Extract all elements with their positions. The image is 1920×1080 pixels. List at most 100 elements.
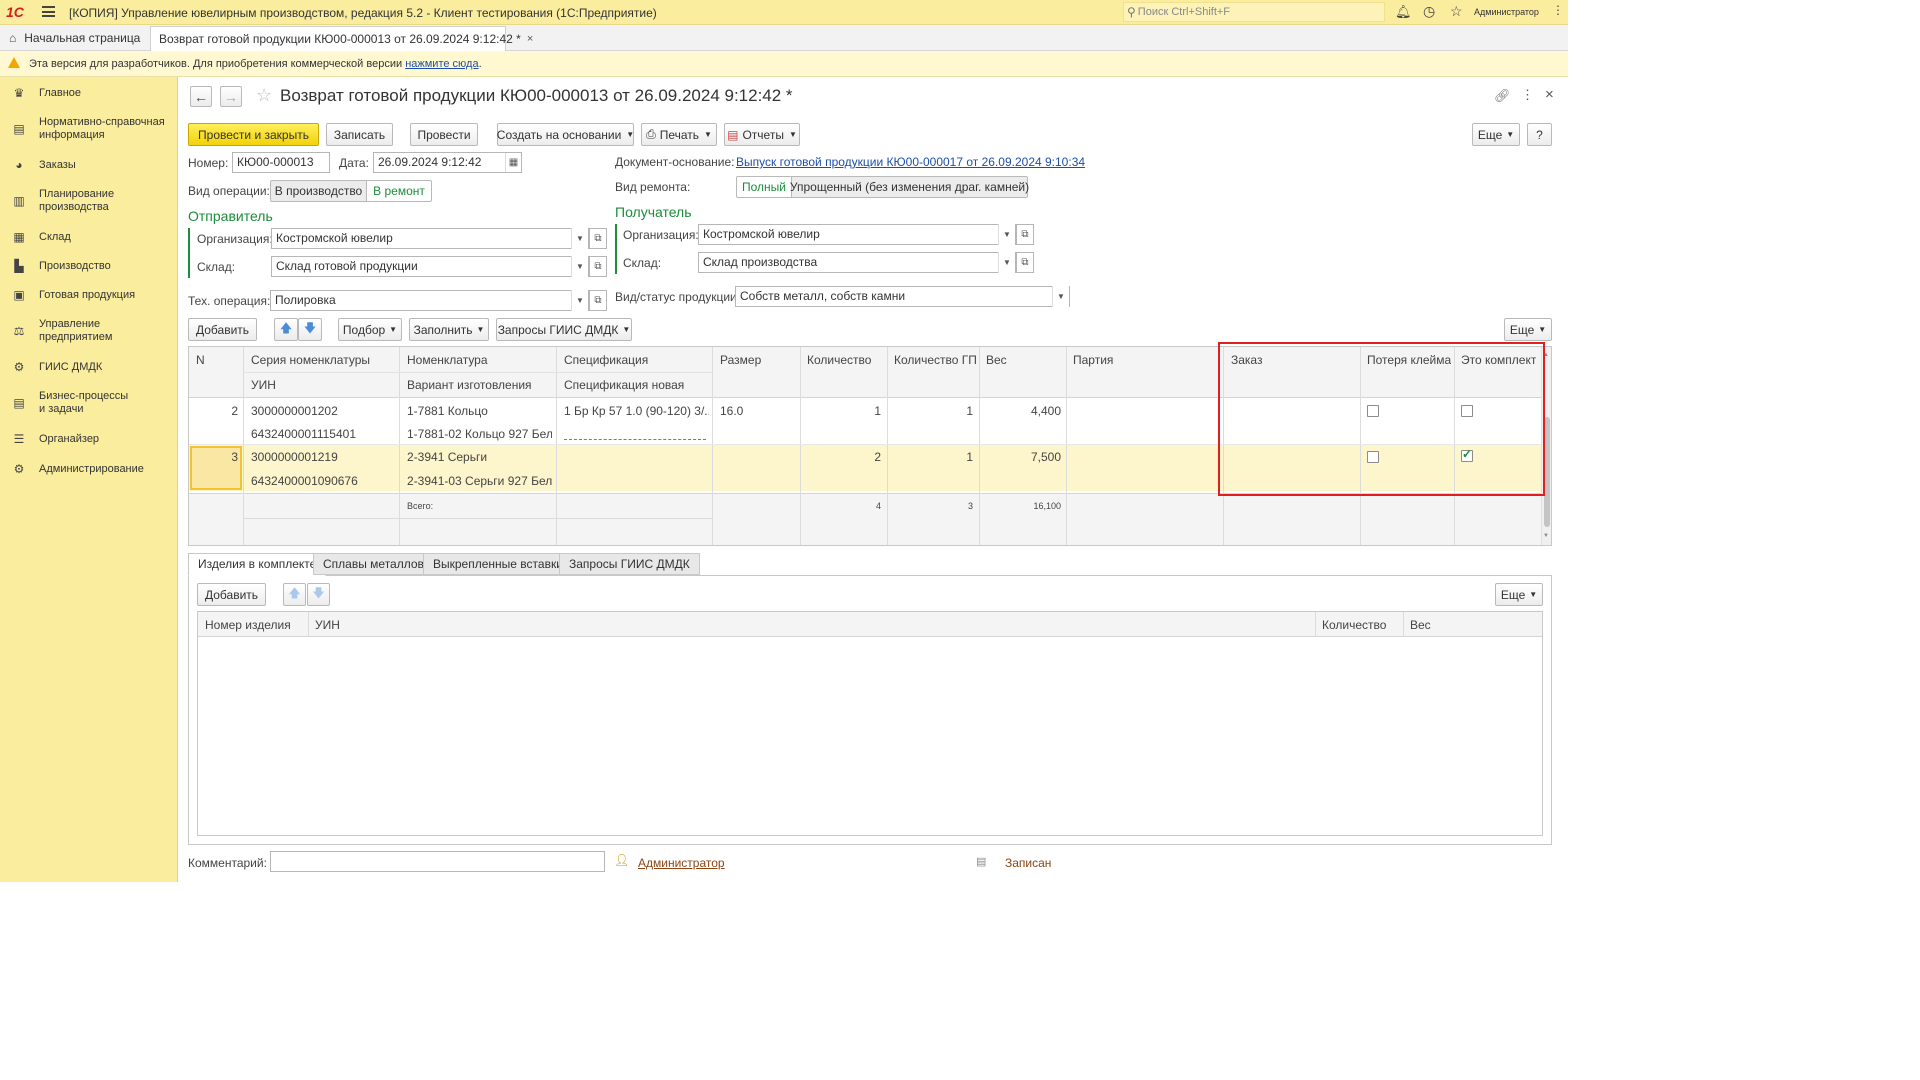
table-row-1-nom[interactable]: 1-7881 Кольцо (407, 404, 488, 418)
favorite-star-icon[interactable]: ☆ (256, 85, 272, 106)
table-row-2-nom[interactable]: 2-3941 Серьги (407, 450, 487, 464)
calendar-icon[interactable]: ▦ (505, 153, 521, 172)
chevron-down-icon[interactable]: ▼ (1052, 286, 1069, 307)
link-icon[interactable]: 🔗︎ (1494, 88, 1511, 104)
col-qty[interactable]: Количество (807, 353, 871, 367)
table-row-1-spec[interactable]: 1 Бр Кр 57 1.0 (90-120) 3/... (564, 404, 709, 418)
add-row-button[interactable]: Добавить (188, 318, 257, 341)
repair-full-toggle[interactable]: Полный (736, 176, 792, 198)
receiver-org-field[interactable]: Костромской ювелир (698, 224, 1016, 245)
pick-button[interactable]: Подбор ▼ (338, 318, 402, 341)
search-input[interactable]: Поиск Ctrl+Shift+F (1138, 6, 1230, 18)
app-logo[interactable]: 1С (6, 4, 24, 20)
col-nomenclature[interactable]: Номенклатура (407, 353, 488, 367)
kit-more-button[interactable]: Еще ▼ (1495, 583, 1543, 606)
kit-add-button[interactable]: Добавить (197, 583, 266, 606)
fill-button[interactable]: Заполнить ▼ (409, 318, 489, 341)
scroll-down-icon[interactable]: ▼ (1543, 533, 1549, 539)
kit-move-up-icon[interactable]: 🡅︎ (283, 583, 306, 606)
star-icon[interactable]: ☆ (1450, 3, 1463, 20)
author-link[interactable]: Администратор (638, 856, 725, 870)
receiver-warehouse-field[interactable]: Склад производства (698, 252, 1016, 273)
operation-to-production-toggle[interactable]: В производство (270, 180, 367, 202)
open-icon[interactable]: ⧉ (589, 256, 607, 277)
more-button[interactable]: Еще ▼ (1472, 123, 1520, 146)
number-field[interactable]: КЮ00-000013 (232, 152, 330, 173)
table-row-2-qty-gp[interactable]: 1 (888, 450, 973, 464)
table-row-2-variant[interactable]: 2-3941-03 Серьги 927 Бел... (407, 474, 552, 488)
base-document-link[interactable]: Выпуск готовой продукции КЮ00-000017 от … (736, 155, 1085, 169)
giis-requests-button[interactable]: Запросы ГИИС ДМДК ▼ (496, 318, 632, 341)
open-icon[interactable]: ⧉ (589, 290, 607, 311)
table-row-2-weight[interactable]: 7,500 (980, 450, 1061, 464)
table-row-1-spec-new[interactable] (564, 439, 706, 440)
sidebar-item-giis[interactable]: ⚙ ГИИС ДМДК (0, 359, 178, 375)
chevron-down-icon[interactable]: ▼ (571, 228, 588, 249)
col-uin[interactable]: УИН (251, 378, 276, 392)
forward-icon[interactable]: → (220, 86, 242, 107)
table-row-1-weight[interactable]: 4,400 (980, 404, 1061, 418)
date-field[interactable]: 26.09.2024 9:12:42 (373, 152, 522, 173)
table-row-1-uin[interactable]: 6432400001115401 (251, 427, 356, 441)
tech-operation-field[interactable]: Полировка (270, 290, 589, 311)
product-status-field[interactable]: Собств металл, собств камни (735, 286, 1070, 307)
window-menu-icon[interactable]: ⋮ (1552, 3, 1564, 17)
col-size[interactable]: Размер (720, 353, 761, 367)
comment-field[interactable] (270, 851, 605, 872)
kit-move-down-icon[interactable]: 🡇︎ (307, 583, 330, 606)
tab-home[interactable]: ⌂ Начальная страница (0, 25, 148, 50)
sidebar-item-main[interactable]: ♛ Главное (0, 85, 178, 101)
sidebar-item-admin[interactable]: ⚙ Администрирование (0, 461, 178, 477)
col-spec[interactable]: Спецификация (564, 353, 648, 367)
back-icon[interactable]: ← (190, 86, 212, 107)
open-icon[interactable]: ⧉ (589, 228, 607, 249)
save-button[interactable]: Записать (326, 123, 393, 146)
table-row-2-qty[interactable]: 2 (801, 450, 881, 464)
move-up-icon[interactable]: 🡅︎ (274, 318, 298, 341)
close-form-icon[interactable]: × (1545, 86, 1554, 103)
chevron-down-icon[interactable]: ▼ (571, 290, 588, 311)
kit-col-weight[interactable]: Вес (1410, 618, 1431, 632)
table-row-2-series[interactable]: 3000000001219 (251, 450, 338, 464)
table-row-1-qty[interactable]: 1 (801, 404, 881, 418)
table-row-1-qty-gp[interactable]: 1 (888, 404, 973, 418)
col-variant[interactable]: Вариант изготовления (407, 378, 532, 392)
sender-org-field[interactable]: Костромской ювелир (271, 228, 589, 249)
chevron-down-icon[interactable]: ▼ (998, 252, 1015, 273)
more-actions-icon[interactable]: ⋮ (1521, 87, 1534, 103)
col-weight[interactable]: Вес (986, 353, 1007, 367)
col-spec-new[interactable]: Спецификация новая (564, 378, 684, 392)
buy-link[interactable]: нажмите сюда (405, 58, 478, 70)
create-based-on-button[interactable]: Создать на основании ▼ (497, 123, 634, 146)
user-name[interactable]: Администратор (1474, 7, 1539, 17)
tab-giis-requests[interactable]: Запросы ГИИС ДМДК (559, 553, 700, 575)
open-icon[interactable]: ⧉ (1016, 252, 1034, 273)
sidebar-item-nsi[interactable]: ▤ Нормативно-справочная информация (0, 115, 178, 143)
col-qty-gp[interactable]: Количество ГП (894, 353, 977, 367)
sender-warehouse-field[interactable]: Склад готовой продукции (271, 256, 589, 277)
sidebar-item-planning[interactable]: ▥ Планирование производства (0, 187, 178, 215)
tab-active-document[interactable]: Возврат готовой продукции КЮ00-000013 от… (150, 26, 533, 51)
help-button[interactable]: ? (1527, 123, 1552, 146)
col-batch[interactable]: Партия (1073, 353, 1113, 367)
sidebar-item-bp[interactable]: ▤ Бизнес-процессы и задачи (0, 389, 178, 417)
table-row-1-size[interactable]: 16.0 (720, 404, 743, 418)
close-tab-icon[interactable]: × (527, 33, 533, 45)
post-button[interactable]: Провести (410, 123, 478, 146)
operation-repair-toggle[interactable]: В ремонт (366, 180, 432, 202)
table-row-2-uin[interactable]: 6432400001090676 (251, 474, 358, 488)
hamburger-icon[interactable] (42, 6, 55, 17)
kit-col-number[interactable]: Номер изделия (205, 618, 291, 632)
history-icon[interactable]: ◷ (1423, 3, 1435, 20)
bell-icon[interactable]: 🔔︎ (1395, 4, 1412, 20)
repair-simplified-toggle[interactable]: Упрощенный (без изменения драг. камней) (790, 176, 1029, 198)
table-row-1-n[interactable]: 2 (189, 404, 238, 418)
col-n[interactable]: N (196, 353, 205, 367)
move-down-icon[interactable]: 🡇︎ (298, 318, 322, 341)
print-button[interactable]: ⎙ Печать ▼ (641, 123, 717, 146)
tab-removed-inserts[interactable]: Выкрепленные вставки (423, 553, 573, 575)
tab-kit-items[interactable]: Изделия в комплекте (188, 553, 327, 576)
col-series[interactable]: Серия номенклатуры (251, 353, 370, 367)
reports-button[interactable]: ▤ Отчеты ▼ (724, 123, 800, 146)
post-and-close-button[interactable]: Провести и закрыть (188, 123, 319, 146)
